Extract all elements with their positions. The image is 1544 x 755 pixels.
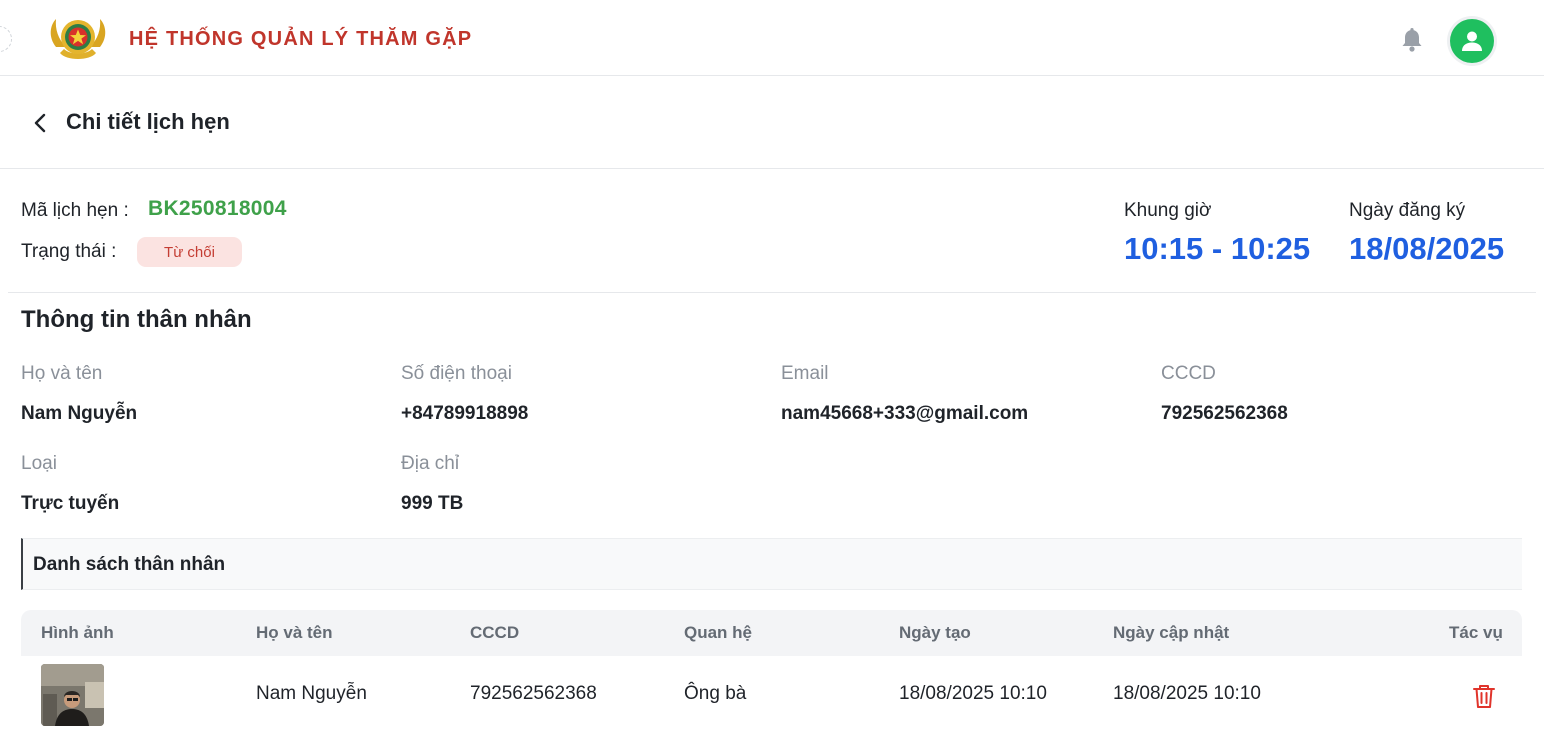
relative-photo[interactable] [41,664,104,726]
field-value-cccd: 792562562368 [1161,403,1288,424]
field-value-fullname: Nam Nguyễn [21,403,138,424]
bell-icon[interactable] [1398,26,1426,54]
column-header-name: Họ và tên [256,623,333,642]
field-value-address: 999 TB [401,493,464,514]
status-label: Trạng thái : [21,241,117,262]
relative-cccd-cell: 792562562368 [470,683,597,704]
relatives-list-title: Danh sách thân nhân [33,554,226,575]
user-icon [1462,31,1482,51]
field-label-address: Địa chỉ [401,453,460,474]
time-slot-label: Khung giờ [1124,200,1212,221]
user-avatar[interactable] [1450,19,1494,63]
column-header-cccd: CCCD [470,623,520,642]
relative-name-cell: Nam Nguyễn [256,683,367,704]
app-title: HỆ THỐNG QUẢN LÝ THĂM GẶP [129,28,473,50]
field-label-type: Loại [21,453,57,474]
time-slot-value: 10:15 - 10:25 [1124,231,1311,266]
police-emblem-icon [46,13,110,65]
divider [8,292,1536,293]
table-header: Hình ảnh Họ và tên CCCD Quan hệ Ngày tạo… [21,610,1522,656]
relative-relation-cell: Ông bà [684,683,747,704]
delete-button[interactable] [1470,682,1498,710]
column-header-actions: Tác vụ [1449,623,1503,642]
field-label-fullname: Họ và tên [21,363,103,384]
trash-icon [1473,685,1495,708]
page-title: Chi tiết lịch hẹn [66,109,230,134]
appointment-code-value: BK250818004 [148,197,287,220]
chevron-left-icon [34,113,46,133]
register-date-value: 18/08/2025 [1349,231,1505,266]
relatives-list-header: Danh sách thân nhân [21,538,1522,590]
register-date-label: Ngày đăng ký [1349,200,1466,221]
back-button[interactable] [28,110,54,136]
field-value-type: Trực tuyến [21,493,120,514]
relative-created-cell: 18/08/2025 10:10 [899,683,1047,704]
field-label-cccd: CCCD [1161,363,1216,384]
column-header-updated: Ngày cập nhật [1113,623,1230,642]
relative-updated-cell: 18/08/2025 10:10 [1113,683,1261,704]
column-header-photo: Hình ảnh [41,623,114,642]
field-value-phone: +84789918898 [401,403,529,424]
collapsed-menu-handle[interactable] [0,26,12,52]
page-header: Chi tiết lịch hẹn [0,77,1544,169]
column-header-relation: Quan hệ [684,623,753,642]
column-header-created: Ngày tạo [899,623,971,642]
status-badge: Từ chối [137,237,242,267]
top-bar: HỆ THỐNG QUẢN LÝ THĂM GẶP [0,0,1544,76]
field-label-phone: Số điện thoại [401,363,512,384]
field-label-email: Email [781,363,829,384]
field-value-email: nam45668+333@gmail.com [781,403,1029,424]
appointment-code-label: Mã lịch hẹn : [21,200,129,221]
relative-info-title: Thông tin thân nhân [21,306,252,333]
